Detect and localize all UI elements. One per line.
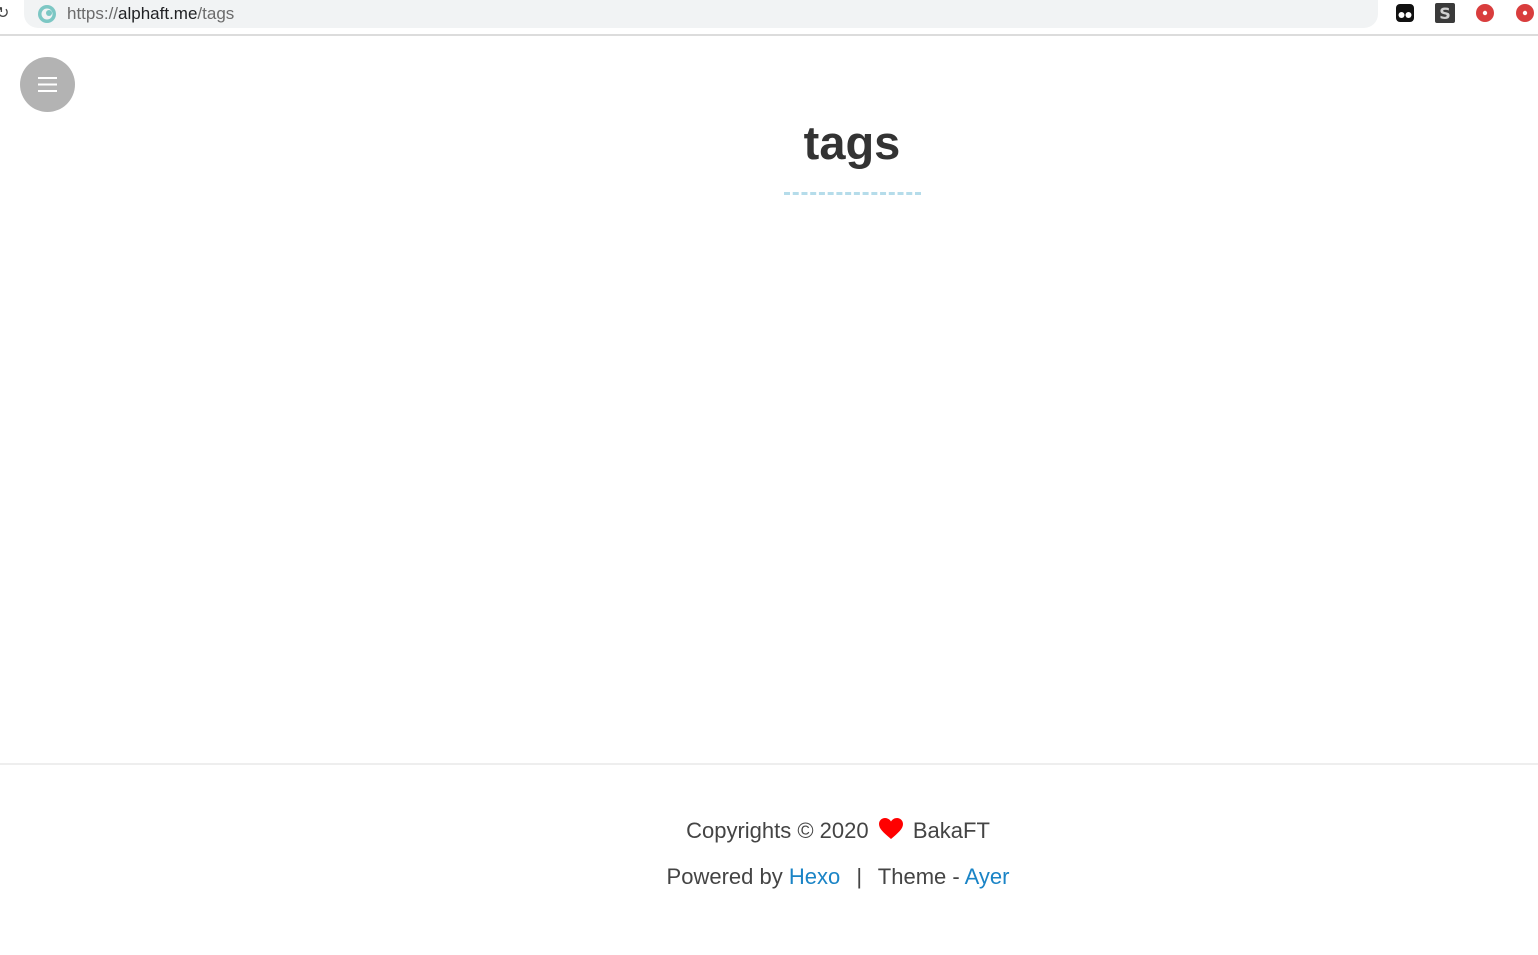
red-dot-icon[interactable] (1515, 3, 1535, 23)
url-host: alphaft.me (118, 4, 198, 23)
red-dot-icon[interactable] (1475, 3, 1495, 23)
browser-toolbar: ↻ https://alphaft.me/tags S (0, 0, 1538, 36)
s-icon[interactable]: S (1435, 3, 1455, 23)
address-bar[interactable]: https://alphaft.me/tags (24, 0, 1378, 28)
ayer-link[interactable]: Ayer (965, 864, 1010, 889)
reload-icon[interactable]: ↻ (0, 3, 9, 22)
menu-button[interactable] (20, 57, 75, 112)
footer-divider (0, 763, 1538, 765)
theme-label: Theme - (877, 864, 960, 889)
hexo-link[interactable]: Hexo (789, 864, 840, 889)
site-favicon-icon (38, 5, 56, 23)
footer-separator: | (856, 864, 863, 889)
url-text[interactable]: https://alphaft.me/tags (67, 4, 234, 24)
footer-powered: Powered by Hexo | Theme - Ayer (0, 864, 1538, 890)
title-underline (784, 192, 921, 195)
url-path: /tags (197, 4, 235, 23)
footer-copyright: Copyrights © 2020 BakaFT (0, 818, 1538, 844)
heart-icon (878, 818, 903, 839)
powered-by-label: Powered by (666, 864, 783, 889)
author-name: BakaFT (912, 818, 990, 843)
page-title: tags (803, 116, 901, 169)
url-scheme: https:// (67, 4, 119, 23)
copyright-text: Copyrights © 2020 (686, 818, 869, 843)
svg-text:S: S (1439, 4, 1451, 23)
mask-icon[interactable] (1395, 3, 1415, 23)
hamburger-icon (38, 77, 57, 92)
